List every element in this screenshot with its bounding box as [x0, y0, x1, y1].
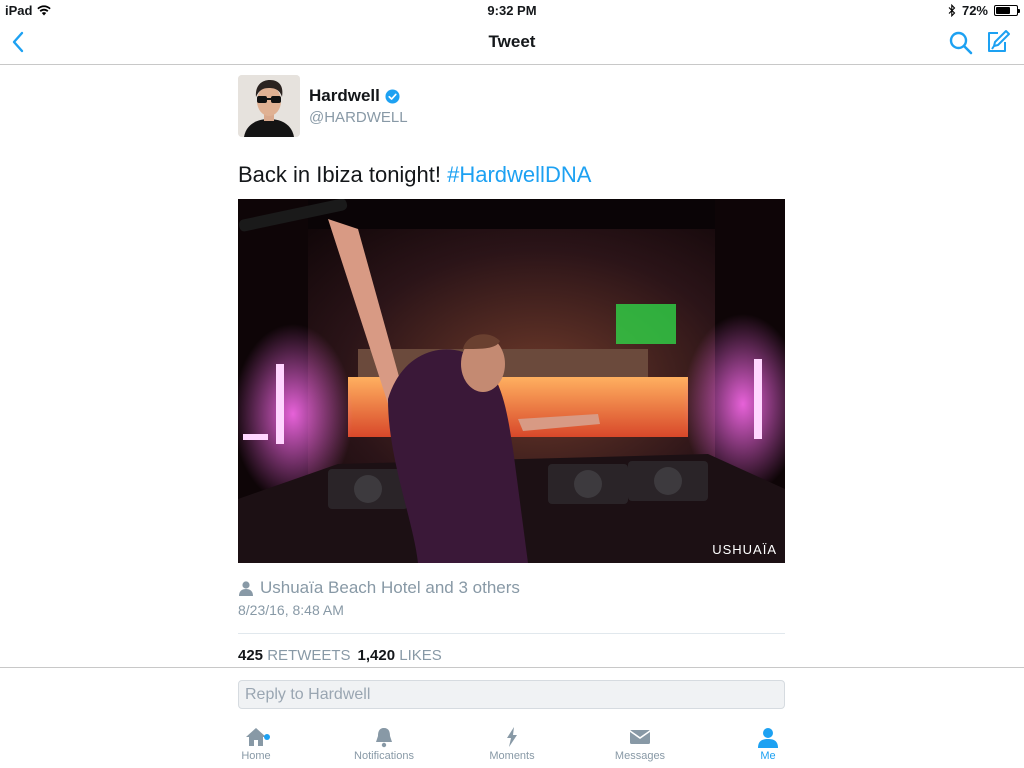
tab-home[interactable]: Home — [206, 726, 306, 762]
tagged-people[interactable]: Ushuaïa Beach Hotel and 3 others — [238, 578, 520, 598]
tweet-detail: Hardwell @HARDWELL Back in Ibiza tonight… — [238, 66, 785, 664]
retweets-count: 425 — [238, 647, 264, 664]
tweet-header: Hardwell @HARDWELL — [238, 66, 785, 138]
tab-notifications-label: Notifications — [354, 750, 414, 762]
tab-moments-label: Moments — [489, 750, 535, 762]
tab-bar: Home Notifications Moments Messages Me — [0, 718, 1024, 768]
tab-me-label: Me — [760, 750, 776, 762]
likes-label: LIKES — [399, 647, 442, 664]
status-right: 72% — [948, 3, 1020, 18]
tagged-people-text: Ushuaïa Beach Hotel and 3 others — [260, 578, 520, 597]
user-handle: @HARDWELL — [309, 109, 408, 126]
verified-badge-icon — [385, 88, 400, 104]
page-title: Tweet — [488, 32, 536, 51]
tab-home-label: Home — [241, 750, 271, 762]
person-icon — [758, 728, 778, 748]
nav-bar: Tweet — [0, 20, 1024, 65]
tweet-stats: 425 RETWEETS 1,420 LIKES — [238, 647, 442, 664]
tweet-text-body: Back in Ibiza tonight! — [238, 162, 448, 187]
battery-icon — [994, 5, 1020, 16]
photo-watermark: USHUAÏA — [712, 542, 777, 557]
tab-messages-label: Messages — [614, 750, 666, 762]
hashtag-link[interactable]: #HardwellDNA — [447, 162, 591, 187]
tab-moments[interactable]: Moments — [462, 726, 562, 762]
status-bar: iPad 9:32 PM 72% — [0, 0, 1024, 20]
retweets-stat[interactable]: 425 RETWEETS — [238, 647, 351, 664]
new-content-indicator — [264, 734, 270, 740]
retweets-label: RETWEETS — [267, 647, 351, 664]
divider — [0, 667, 1024, 668]
likes-count: 1,420 — [357, 647, 396, 664]
tweet-timestamp: 8/23/16, 8:48 AM — [238, 602, 344, 618]
status-time: 9:32 PM — [487, 3, 537, 18]
display-name-text: Hardwell — [309, 86, 380, 105]
reply-input[interactable]: Reply to Hardwell — [238, 680, 785, 709]
bell-icon — [376, 728, 392, 748]
envelope-icon — [629, 730, 651, 744]
author-names[interactable]: Hardwell @HARDWELL — [309, 86, 408, 126]
compose-tweet-icon[interactable] — [985, 29, 1011, 55]
tab-notifications[interactable]: Notifications — [334, 726, 434, 762]
person-icon — [239, 581, 253, 596]
divider — [238, 633, 785, 634]
tweet-photo[interactable]: USHUAÏA — [238, 199, 785, 563]
lightning-icon — [507, 727, 517, 747]
likes-stat[interactable]: 1,420 LIKES — [358, 647, 442, 664]
tab-me[interactable]: Me — [718, 726, 818, 762]
tweet-text: Back in Ibiza tonight! #HardwellDNA — [238, 162, 591, 188]
display-name: Hardwell — [309, 86, 408, 106]
avatar[interactable] — [238, 75, 300, 137]
bluetooth-icon — [948, 4, 956, 17]
battery-percent: 72% — [961, 3, 988, 18]
search-icon[interactable] — [948, 30, 974, 56]
tab-messages[interactable]: Messages — [590, 726, 690, 762]
